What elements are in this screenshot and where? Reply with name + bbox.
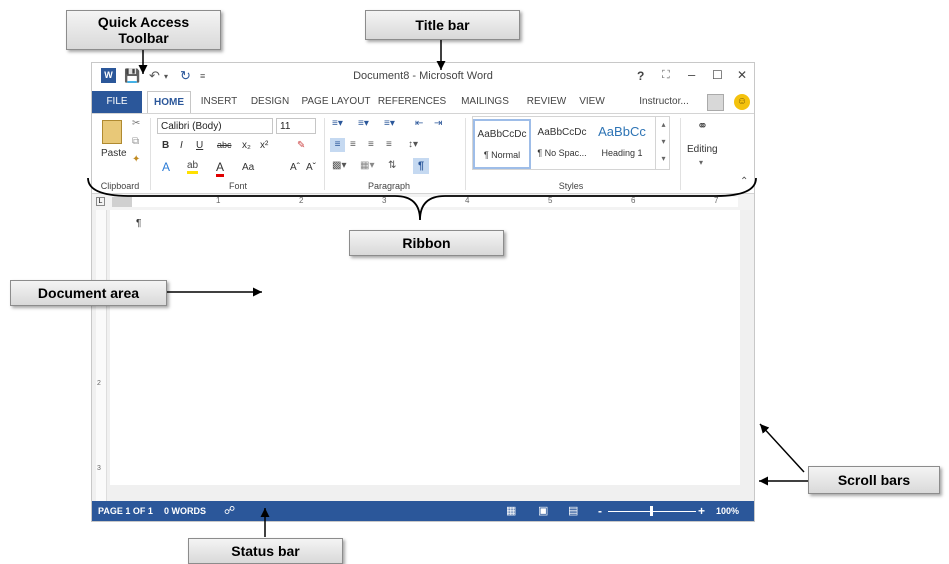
callout-quick-access-line2: Toolbar	[118, 30, 169, 46]
callout-title-bar: Title bar	[365, 10, 520, 40]
ribbon-brace	[87, 177, 757, 221]
scroll-bars-arrow-vertical	[759, 423, 805, 473]
callout-document-area: Document area	[10, 280, 167, 306]
callout-quick-access-line1: Quick Access	[97, 14, 190, 30]
callout-scroll-bars: Scroll bars	[808, 466, 940, 494]
callout-status-bar: Status bar	[188, 538, 343, 564]
callout-ribbon: Ribbon	[349, 230, 504, 256]
callout-quick-access-toolbar: Quick Access Toolbar	[66, 10, 221, 50]
